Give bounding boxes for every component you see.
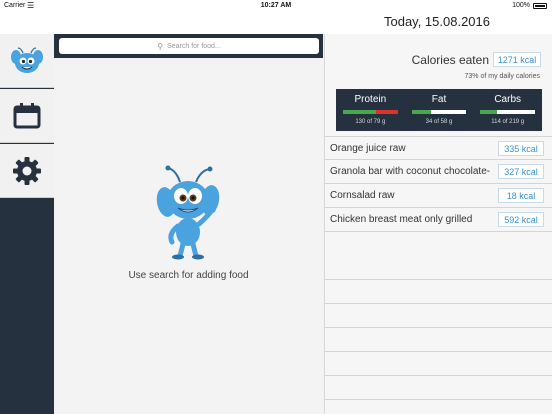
food-kcal: 335 kcal: [498, 141, 544, 156]
food-name: Orange juice raw: [330, 143, 406, 154]
macro-fill: [480, 110, 498, 114]
macro-remainder: [497, 110, 536, 114]
status-bar: Carrier ☰ 10:27 AM 100%: [0, 0, 552, 12]
list-divider: [325, 304, 552, 328]
list-divider: [325, 328, 552, 352]
mascot-logo-icon: [11, 46, 43, 73]
battery-icon: [533, 3, 547, 9]
calories-row: Calories eaten 1271 kcal: [325, 51, 552, 69]
list-divider: [325, 280, 552, 304]
search-input[interactable]: ⚲ Search for food...: [59, 38, 319, 54]
list-item[interactable]: Orange juice raw 335 kcal: [325, 136, 552, 160]
battery-percent: 100%: [512, 2, 530, 9]
sidebar: [0, 34, 54, 414]
macro-amount: 114 of 219 g: [491, 119, 525, 125]
list-divider: [325, 376, 552, 400]
search-placeholder: Search for food...: [167, 42, 221, 50]
macro-progress-bar: [480, 110, 536, 114]
search-icon: ⚲: [157, 41, 164, 51]
sidebar-item-calendar[interactable]: [0, 89, 54, 143]
daily-percent: 73% of my daily calories: [464, 73, 540, 80]
food-kcal: 18 kcal: [498, 188, 544, 203]
macro-remainder: [375, 110, 398, 114]
macro-fill: [411, 110, 432, 114]
list-item[interactable]: Cornsalad raw 18 kcal: [325, 184, 552, 208]
sidebar-item-settings[interactable]: [0, 144, 54, 198]
macro-fat: Fat 34 of 58 g: [405, 89, 474, 131]
macro-amount: 34 of 58 g: [425, 119, 453, 125]
list-divider: [325, 352, 552, 376]
mascot-illustration: [156, 165, 220, 260]
macro-amount: 130 of 79 g: [355, 119, 386, 125]
food-name: Granola bar with coconut chocolate-coate…: [330, 166, 490, 177]
empty-list-rows: [325, 256, 552, 414]
calories-label: Calories eaten: [411, 53, 489, 67]
search-panel: ⚲ Search for food... Use search for addi…: [54, 34, 323, 414]
status-time: 10:27 AM: [260, 2, 292, 9]
list-divider: [325, 400, 552, 414]
gear-icon: [13, 156, 41, 185]
calories-total: 1271 kcal: [493, 52, 541, 67]
macro-protein: Protein 130 of 79 g: [336, 89, 405, 131]
food-name: Chicken breast meat only grilled: [330, 214, 473, 225]
list-divider: [325, 256, 552, 280]
search-bar: ⚲ Search for food...: [54, 34, 323, 58]
macro-carbs: Carbs 114 of 219 g: [473, 89, 542, 131]
macro-name: Protein: [354, 94, 387, 105]
calendar-icon: [13, 102, 41, 128]
empty-state-hint: Use search for adding food: [128, 270, 249, 281]
macro-name: Fat: [431, 94, 447, 105]
macro-progress-bar: [343, 110, 398, 114]
top-bar: Today, 15.08.2016: [0, 12, 552, 34]
food-name: Cornsalad raw: [330, 190, 395, 201]
food-list: Orange juice raw 335 kcal Granola bar wi…: [325, 136, 552, 232]
list-item[interactable]: Chicken breast meat only grilled 592 kca…: [325, 208, 552, 232]
macro-name: Carbs: [494, 94, 522, 105]
daily-summary-panel: Calories eaten 1271 kcal 73% of my daily…: [324, 34, 552, 414]
list-item[interactable]: Granola bar with coconut chocolate-coate…: [325, 160, 552, 184]
macro-fill: [343, 110, 376, 114]
sidebar-item-home[interactable]: [0, 34, 54, 88]
macro-progress-bar: [411, 110, 467, 114]
food-kcal: 592 kcal: [498, 212, 544, 227]
page-title: Today, 15.08.2016: [383, 14, 490, 29]
macro-remainder: [431, 110, 467, 114]
food-kcal: 327 kcal: [498, 164, 544, 179]
macros-panel: Protein 130 of 79 g Fat 34 of 58 g Carbs…: [336, 89, 542, 131]
